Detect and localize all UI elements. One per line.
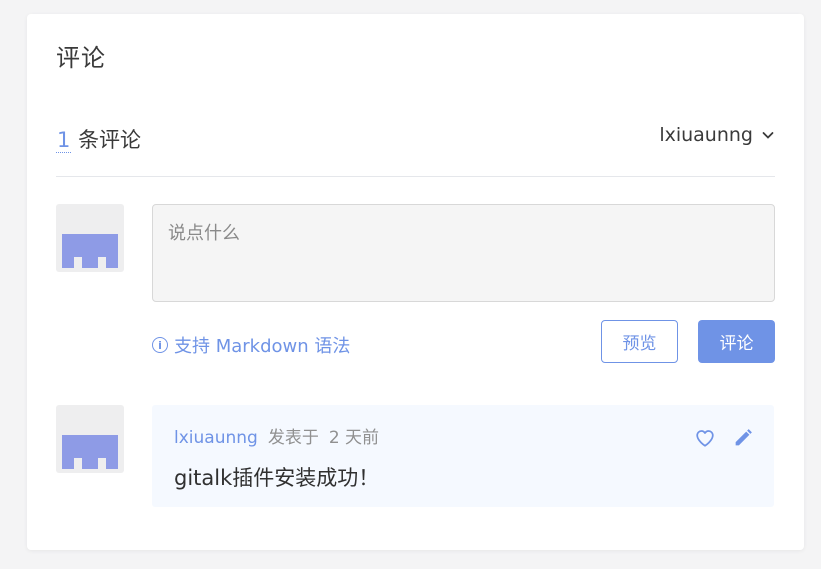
submit-comment-button[interactable]: 评论: [698, 320, 775, 363]
comment-meta: lxiuaunng 发表于 2 天前: [174, 423, 379, 448]
current-user-avatar[interactable]: [56, 204, 124, 272]
comment-count: 1 条评论: [56, 124, 141, 154]
comment-body: gitalk插件安装成功！: [174, 466, 380, 490]
comment-posted-label: 发表于: [267, 428, 319, 448]
heart-icon[interactable]: [694, 427, 716, 449]
avatar-identicon: [62, 234, 118, 268]
markdown-help-link[interactable]: i 支持 Markdown 语法: [152, 332, 350, 358]
comment-input[interactable]: [153, 205, 774, 301]
preview-button[interactable]: 预览: [601, 320, 678, 363]
avatar-identicon: [62, 435, 118, 469]
user-menu[interactable]: lxiuaunng: [659, 124, 775, 146]
comments-card: 评论 1 条评论 lxiuaunng i 支持 Markdown 语法 预览 评…: [27, 14, 804, 550]
chevron-down-icon: [762, 132, 774, 139]
markdown-help-label: 支持 Markdown 语法: [174, 336, 351, 357]
comment-author[interactable]: lxiuaunng: [174, 428, 258, 448]
comment-editor: [152, 204, 775, 302]
info-icon: i: [152, 337, 168, 353]
comment-item: lxiuaunng 发表于 2 天前 gitalk插件安装成功！: [152, 405, 774, 507]
user-name: lxiuaunng: [659, 124, 753, 146]
comment-time: 2 天前: [328, 428, 380, 448]
comment-count-link[interactable]: 1: [56, 128, 72, 153]
section-title: 评论: [56, 44, 106, 72]
comment-actions: [694, 427, 754, 449]
comment-count-label: 条评论: [78, 128, 142, 152]
comments-header: 1 条评论 lxiuaunng: [56, 120, 775, 177]
comment-author-avatar[interactable]: [56, 405, 124, 473]
edit-icon[interactable]: [732, 427, 754, 449]
